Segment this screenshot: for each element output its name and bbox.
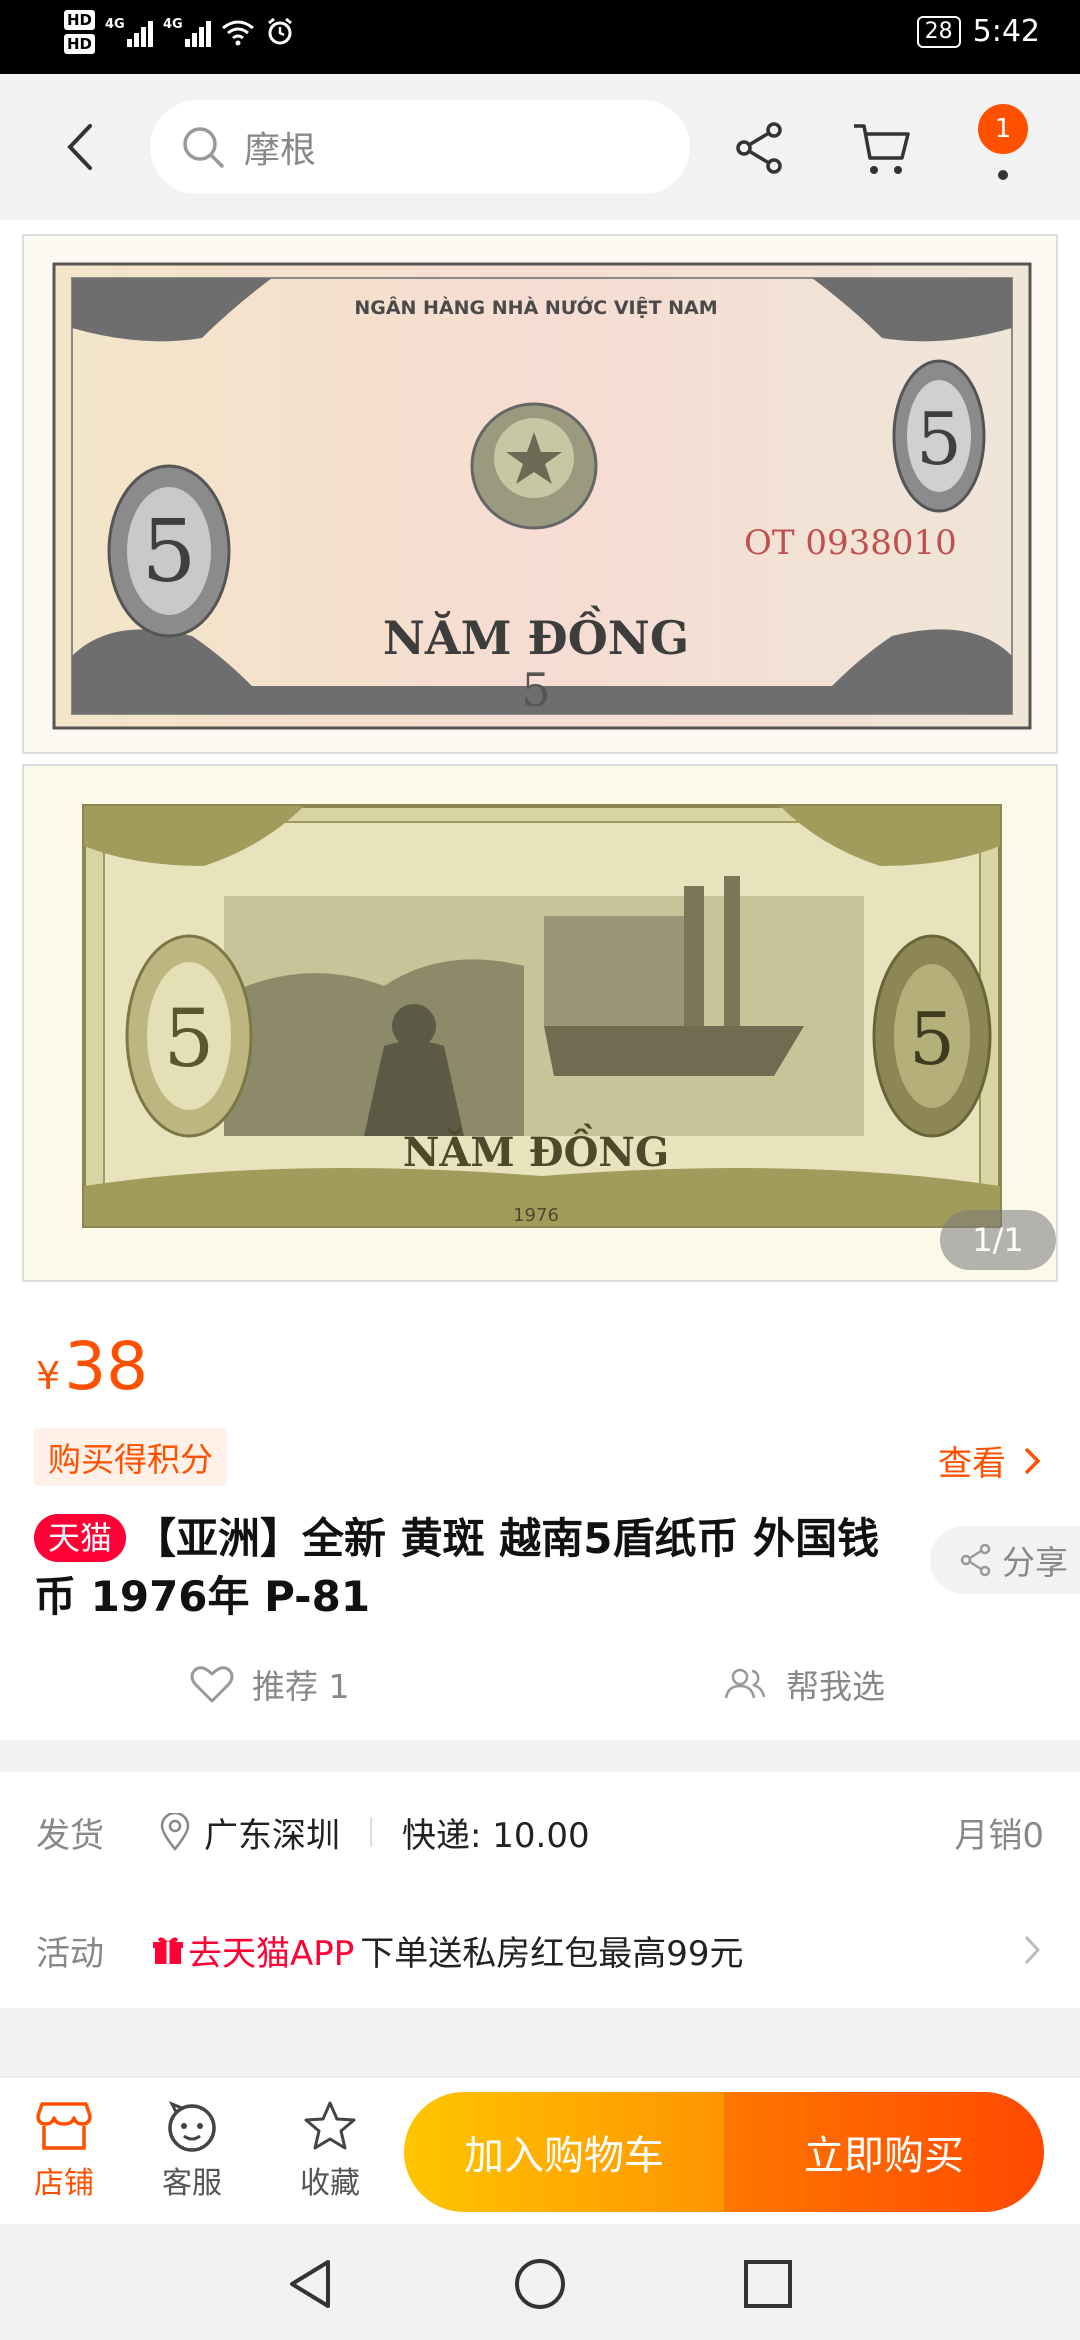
help-choose-button[interactable]: 帮我选 <box>722 1660 885 1708</box>
notification-badge: 1 <box>978 104 1028 154</box>
product-info: ¥ 38 购买得积分 查看 天猫 【亚洲】全新 黄斑 越南5盾纸币 外国钱币 19… <box>0 1300 1080 1740</box>
front-center-numeral: 5 <box>521 663 550 717</box>
star-icon <box>304 2101 356 2150</box>
view-link-label: 查看 <box>938 1444 1006 1484</box>
activity-row[interactable]: 活动 去天猫APP 下单送私房红包最高99元 <box>0 1900 1080 2000</box>
help-label: 帮我选 <box>786 1667 885 1706</box>
chevron-right-icon <box>1024 1447 1040 1474</box>
tmall-badge: 天猫 <box>34 1514 127 1562</box>
network-type-2: 4G <box>163 17 183 32</box>
gift-icon <box>153 1937 183 1964</box>
hd-indicators: HD HD <box>64 10 96 54</box>
price-value: 38 <box>64 1328 149 1405</box>
activity-text: 下单送私房红包最高99元 <box>360 1933 744 1974</box>
share-small-icon <box>960 1543 991 1577</box>
search-icon <box>183 127 224 168</box>
alarm-icon <box>268 17 292 45</box>
more-dot-icon <box>998 170 1008 180</box>
points-tag: 购买得积分 <box>34 1428 227 1486</box>
system-nav-bar <box>0 2224 1080 2340</box>
cta-group: 加入购物车 立即购买 <box>404 2092 1044 2212</box>
search-placeholder: 摩根 <box>244 130 317 171</box>
shipping-row[interactable]: 发货 广东深圳 快递: 10.00 月销0 <box>0 1782 1080 1882</box>
divider <box>370 1817 372 1847</box>
product-title-text: 【亚洲】全新 黄斑 越南5盾纸币 外国钱币 1976年 P-81 <box>34 1514 880 1621</box>
people-icon <box>724 1668 766 1699</box>
shipping-section: 发货 广东深圳 快递: 10.00 月销0 活动 去天猫APP 下单送私房红包最… <box>0 1772 1080 2008</box>
banknote-back-image: 5 5 NĂM ĐỒNG 1976 <box>22 764 1058 1282</box>
action-bar: 店铺 客服 收藏 加入购物车 立即购买 <box>0 2076 1080 2224</box>
front-serial-number: OT 0938010 <box>744 523 957 563</box>
status-left: HD HD 4G 4G <box>64 10 295 54</box>
nav-home-icon[interactable] <box>510 2254 570 2314</box>
back-arrow-icon <box>67 124 92 170</box>
status-right: 28 5:42 <box>916 14 1040 49</box>
front-bank-name: NGÂN HÀNG NHÀ NƯỚC VIỆT NAM <box>354 295 717 319</box>
view-points-link[interactable]: 查看 <box>938 1436 1040 1485</box>
activity-label: 活动 <box>36 1933 104 1974</box>
heart-icon <box>190 1666 234 1703</box>
product-gallery[interactable]: 5 5 NGÂN HÀNG NHÀ NƯỚC VIỆT NAM OT 09380… <box>0 220 1080 1300</box>
store-icon <box>36 2102 92 2150</box>
chevron-right-icon <box>1024 1935 1040 1965</box>
location-pin-icon <box>160 1813 190 1851</box>
favorite-button[interactable]: 收藏 <box>280 2100 380 2202</box>
more-menu-button[interactable]: 1 <box>970 104 1036 194</box>
banknote-front-image: 5 5 NGÂN HÀNG NHÀ NƯỚC VIỆT NAM OT 09380… <box>22 234 1058 754</box>
battery-icon: 28 <box>916 15 961 48</box>
share-label: 分享 <box>1002 1543 1068 1582</box>
back-right-numeral: 5 <box>909 997 955 1081</box>
front-denomination: NĂM ĐỒNG <box>383 604 689 665</box>
ship-location: 广东深圳 <box>204 1815 340 1856</box>
back-denomination: NĂM ĐỒNG <box>403 1124 669 1176</box>
search-input[interactable]: 摩根 <box>150 100 690 194</box>
monthly-sales: 月销0 <box>954 1815 1044 1856</box>
shipping-label: 发货 <box>36 1815 104 1856</box>
status-bar: HD HD 4G 4G 28 5:42 <box>0 0 1080 74</box>
nav-recents-icon[interactable] <box>738 2254 798 2314</box>
hd-indicator-2: HD <box>64 34 96 54</box>
recommend-label: 推荐 1 <box>252 1667 350 1706</box>
nav-back-icon[interactable] <box>280 2254 340 2314</box>
product-title: 天猫 【亚洲】全新 黄斑 越南5盾纸币 外国钱币 1976年 P-81 <box>34 1510 904 1626</box>
add-to-cart-button[interactable]: 加入购物车 <box>404 2092 724 2212</box>
clock: 5:42 <box>972 14 1040 49</box>
wifi-icon <box>221 18 255 46</box>
service-label: 客服 <box>162 2166 222 2201</box>
store-label: 店铺 <box>34 2166 94 2201</box>
customer-service-button[interactable]: 客服 <box>142 2100 242 2202</box>
share-icon[interactable] <box>730 118 790 178</box>
share-button[interactable]: 分享 <box>930 1526 1080 1594</box>
favorite-label: 收藏 <box>300 2166 360 2201</box>
front-left-numeral: 5 <box>142 502 197 602</box>
tmall-app-label: 去天猫APP <box>188 1933 355 1974</box>
tmall-app-link: 去天猫APP <box>152 1926 354 1975</box>
top-nav: 摩根 1 <box>0 74 1080 220</box>
image-pager: 1/1 <box>940 1210 1056 1270</box>
shipping-info: 广东深圳 快递: 10.00 <box>160 1808 590 1857</box>
back-year: 1976 <box>513 1205 559 1226</box>
price-currency: ¥ <box>36 1354 61 1398</box>
network-type-1: 4G <box>105 17 125 32</box>
back-left-numeral: 5 <box>164 992 215 1085</box>
back-button[interactable] <box>50 114 110 180</box>
customer-service-icon <box>168 2101 216 2152</box>
hd-indicator-1: HD <box>64 10 96 30</box>
signal-2-icon: 4G <box>163 17 212 47</box>
price: ¥ 38 <box>36 1328 148 1405</box>
cart-icon[interactable] <box>850 118 914 178</box>
express-fee: 快递: 10.00 <box>402 1815 590 1856</box>
front-right-numeral: 5 <box>916 397 962 481</box>
signal-1-icon: 4G <box>105 17 154 47</box>
store-button[interactable]: 店铺 <box>14 2100 114 2202</box>
recommend-button[interactable]: 推荐 1 <box>190 1660 350 1708</box>
buy-now-button[interactable]: 立即购买 <box>724 2092 1044 2212</box>
activity-info: 去天猫APP 下单送私房红包最高99元 <box>152 1926 744 1975</box>
